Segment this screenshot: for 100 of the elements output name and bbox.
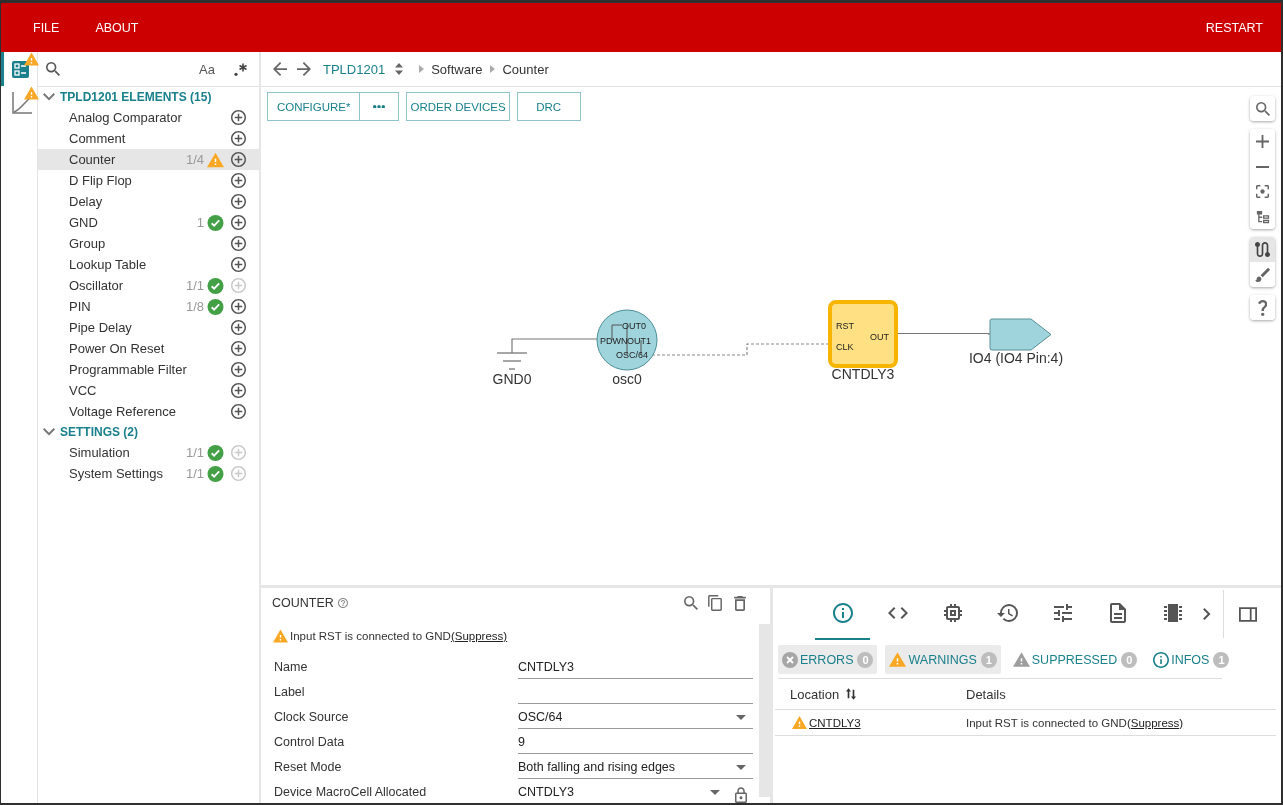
warning-message: Input RST is connected to GND(Suppress) bbox=[290, 630, 508, 642]
menu-item[interactable]: FILE bbox=[15, 3, 78, 52]
canvas-tool-button[interactable] bbox=[1250, 262, 1275, 287]
tree-item[interactable]: Counter 1/4 bbox=[38, 149, 259, 170]
tree-item[interactable]: GND 1 bbox=[38, 212, 259, 233]
field-label: Clock Source bbox=[274, 709, 350, 724]
sidebar-tab[interactable] bbox=[1, 52, 37, 86]
tree-item[interactable]: Voltage Reference bbox=[38, 401, 259, 422]
updown-arrows-icon[interactable] bbox=[395, 63, 404, 75]
dropdown-field[interactable]: Both falling and rising edges bbox=[518, 758, 753, 779]
tree-item[interactable]: Comment bbox=[38, 128, 259, 149]
trash-icon[interactable] bbox=[734, 595, 746, 611]
focus-icon bbox=[1256, 185, 1269, 198]
minus-icon bbox=[1256, 165, 1269, 168]
menu-item[interactable]: RESTART bbox=[1187, 3, 1281, 52]
tree-item[interactable]: Delay bbox=[38, 191, 259, 212]
canvas-tool-button[interactable] bbox=[1250, 295, 1275, 320]
filter-chip[interactable]: ERRORS 0 bbox=[778, 645, 878, 674]
suppress-link[interactable]: (Suppress) bbox=[450, 630, 508, 642]
item-count: 1/1 bbox=[185, 278, 204, 293]
device-selector[interactable]: TPLD1201 bbox=[323, 61, 386, 77]
item-count: 1/8 bbox=[185, 299, 204, 314]
tree-item[interactable]: System Settings 1/1 bbox=[38, 463, 259, 484]
copy-icon[interactable] bbox=[708, 595, 722, 611]
info-icon bbox=[1153, 651, 1170, 668]
pin-label: OUT0 bbox=[622, 321, 646, 331]
toolbar-button[interactable]: DRC bbox=[516, 92, 581, 121]
pin-label: CLK bbox=[836, 341, 854, 352]
suppress-link[interactable]: (Suppress) bbox=[1126, 716, 1184, 729]
canvas-tool-button[interactable] bbox=[1250, 129, 1275, 154]
pin-label: PDWN bbox=[600, 335, 628, 346]
tree-item[interactable]: Power On Reset bbox=[38, 338, 259, 359]
item-count: 1 bbox=[196, 215, 204, 230]
location-link[interactable]: CNTDLY3 bbox=[809, 716, 861, 729]
sliders-icon bbox=[1053, 604, 1072, 622]
chevron-right-icon[interactable] bbox=[1203, 608, 1211, 620]
scrollbar[interactable] bbox=[759, 624, 770, 797]
canvas-tool-button[interactable] bbox=[1250, 204, 1275, 229]
tree-item[interactable]: Programmable Filter bbox=[38, 359, 259, 380]
count-badge: 1 bbox=[980, 651, 997, 668]
filter-chip[interactable]: WARNINGS 1 bbox=[885, 645, 1001, 674]
dropdown-field[interactable]: OSC/64 bbox=[518, 708, 753, 729]
caret-down-icon bbox=[736, 714, 746, 720]
regex-icon[interactable] bbox=[234, 62, 247, 76]
brush-icon bbox=[1255, 267, 1270, 282]
checklist-icon bbox=[12, 60, 29, 78]
counter-block[interactable] bbox=[828, 300, 898, 368]
tree-item[interactable]: PIN 1/8 bbox=[38, 296, 259, 317]
tree-item[interactable]: Oscillator 1/1 bbox=[38, 275, 259, 296]
caret-down-icon bbox=[736, 764, 746, 770]
help-icon[interactable] bbox=[337, 598, 348, 608]
dropdown-field[interactable]: CNTDLY3 bbox=[518, 783, 727, 803]
oscillator-node[interactable] bbox=[596, 309, 658, 371]
node-label: osc0 bbox=[612, 371, 642, 387]
count-badge: 0 bbox=[1121, 651, 1138, 668]
lock-icon[interactable] bbox=[735, 787, 747, 803]
toolbar-button[interactable]: ORDER DEVICES bbox=[406, 92, 510, 121]
menu-item[interactable]: ABOUT bbox=[77, 3, 157, 52]
tree-item[interactable]: Pipe Delay bbox=[38, 317, 259, 338]
side-panel-icon[interactable] bbox=[1238, 606, 1257, 622]
field-label: Label bbox=[274, 684, 306, 699]
more-dots-icon bbox=[373, 104, 386, 109]
filter-chip[interactable]: SUPPRESSED 0 bbox=[1008, 645, 1142, 674]
field-label: Reset Mode bbox=[274, 759, 343, 774]
tree-item[interactable]: Analog Comparator bbox=[38, 107, 259, 128]
processor-icon bbox=[943, 604, 962, 622]
count-badge: 1 bbox=[1213, 651, 1230, 668]
info-icon bbox=[832, 603, 853, 623]
pin-label: OUT bbox=[870, 331, 889, 342]
canvas-tool-button[interactable] bbox=[1250, 96, 1275, 121]
text-field[interactable]: 9 bbox=[518, 733, 753, 754]
column-header: Details bbox=[966, 686, 1006, 702]
item-count: 1/1 bbox=[185, 445, 204, 460]
tree-item[interactable]: VCC bbox=[38, 380, 259, 401]
tree-item[interactable]: D Flip Flop bbox=[38, 170, 259, 191]
canvas-tool-button[interactable] bbox=[1250, 237, 1275, 262]
search-icon[interactable] bbox=[684, 596, 698, 610]
breadcrumb-item[interactable]: Software bbox=[431, 61, 483, 77]
back-arrow-icon[interactable] bbox=[273, 62, 287, 76]
tree-group-header[interactable]: TPLD1201 ELEMENTS (15) bbox=[38, 87, 259, 107]
forward-arrow-icon[interactable] bbox=[297, 62, 311, 76]
node-label: GND0 bbox=[492, 371, 532, 387]
configure-button[interactable]: CONFIGURE* bbox=[267, 92, 361, 121]
hierarchy-icon bbox=[1255, 209, 1270, 224]
warning-icon bbox=[889, 652, 907, 667]
chart-icon bbox=[12, 92, 32, 114]
pin-label: RST bbox=[836, 321, 854, 331]
tree-group-header[interactable]: SETTINGS (2) bbox=[38, 422, 259, 442]
tree-item[interactable]: Group bbox=[38, 233, 259, 254]
sort-icon[interactable] bbox=[846, 688, 857, 700]
code-icon bbox=[887, 607, 908, 619]
match-case-toggle[interactable]: Aa bbox=[199, 61, 215, 77]
column-header: Location bbox=[790, 686, 840, 702]
filter-chip[interactable]: INFOS 1 bbox=[1149, 645, 1234, 674]
panel-title: COUNTER bbox=[272, 596, 334, 610]
breadcrumb-item[interactable]: Counter bbox=[502, 61, 549, 77]
field-label: Name bbox=[274, 659, 309, 674]
tree-item[interactable]: Lookup Table bbox=[38, 254, 259, 275]
text-field[interactable]: CNTDLY3 bbox=[518, 658, 753, 679]
tree-item[interactable]: Simulation 1/1 bbox=[38, 442, 259, 463]
